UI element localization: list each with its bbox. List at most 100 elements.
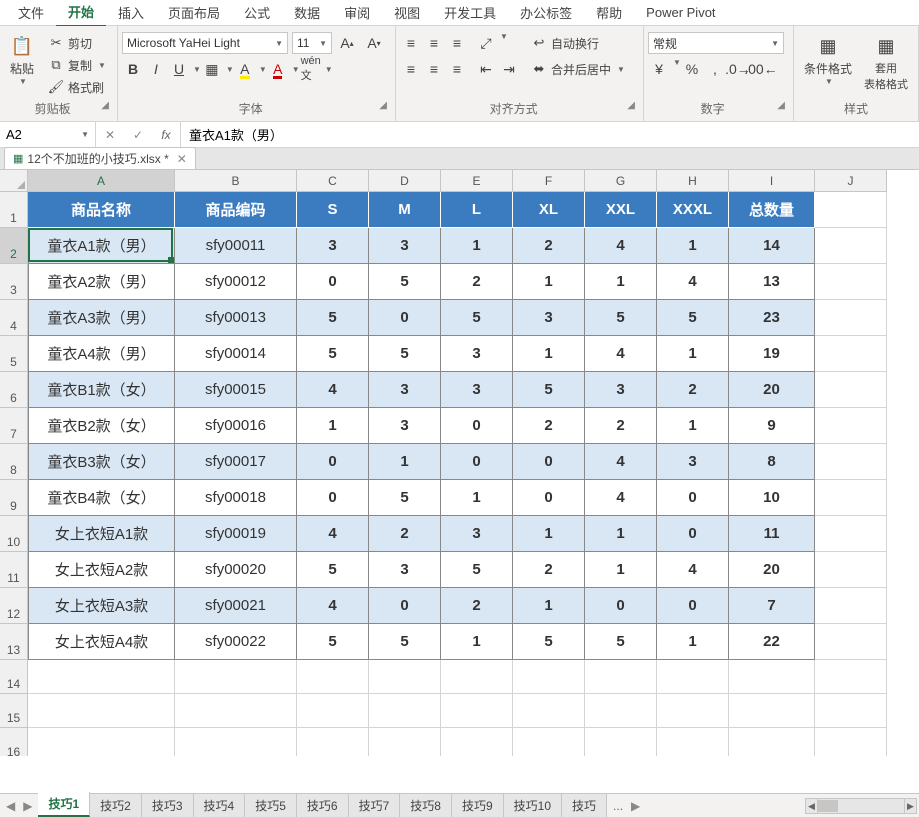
- menu-item-开始[interactable]: 开始: [56, 0, 106, 27]
- empty-cell[interactable]: [815, 660, 887, 694]
- empty-cell[interactable]: [815, 694, 887, 728]
- align-right-icon[interactable]: ≡: [446, 58, 468, 80]
- table-cell[interactable]: 1: [657, 624, 729, 660]
- empty-cell[interactable]: [297, 728, 369, 756]
- table-cell[interactable]: sfy00017: [175, 444, 297, 480]
- table-cell[interactable]: 3: [297, 228, 369, 264]
- confirm-formula-icon[interactable]: ✓: [124, 122, 152, 147]
- table-cell[interactable]: 2: [441, 264, 513, 300]
- empty-cell[interactable]: [815, 228, 887, 264]
- empty-cell[interactable]: [513, 728, 585, 756]
- fx-icon[interactable]: fx: [152, 122, 180, 147]
- table-cell[interactable]: 1: [585, 264, 657, 300]
- table-cell[interactable]: 5: [369, 336, 441, 372]
- table-cell[interactable]: 14: [729, 228, 815, 264]
- align-top-icon[interactable]: ≡: [400, 32, 422, 54]
- empty-cell[interactable]: [729, 694, 815, 728]
- table-cell[interactable]: 3: [441, 372, 513, 408]
- font-name-combo[interactable]: Microsoft YaHei Light▼: [122, 32, 288, 54]
- row-header[interactable]: 1: [0, 192, 28, 228]
- align-bottom-icon[interactable]: ≡: [446, 32, 468, 54]
- table-cell[interactable]: 女上衣短A1款: [28, 516, 175, 552]
- table-cell[interactable]: 4: [585, 480, 657, 516]
- table-cell[interactable]: 0: [297, 264, 369, 300]
- table-cell[interactable]: 童衣B3款（女）: [28, 444, 175, 480]
- table-cell[interactable]: 1: [297, 408, 369, 444]
- table-cell[interactable]: 4: [657, 264, 729, 300]
- table-cell[interactable]: 1: [441, 480, 513, 516]
- row-header[interactable]: 2: [0, 228, 28, 264]
- column-header[interactable]: C: [297, 170, 369, 192]
- row-header[interactable]: 4: [0, 300, 28, 336]
- table-cell[interactable]: 1: [513, 264, 585, 300]
- table-cell[interactable]: 女上衣短A4款: [28, 624, 175, 660]
- font-size-combo[interactable]: 11▼: [292, 32, 332, 54]
- empty-cell[interactable]: [815, 588, 887, 624]
- row-header[interactable]: 11: [0, 552, 28, 588]
- table-cell[interactable]: 0: [441, 408, 513, 444]
- empty-cell[interactable]: [585, 728, 657, 756]
- scroll-right-icon[interactable]: ▶: [904, 799, 916, 813]
- table-cell[interactable]: 4: [585, 444, 657, 480]
- table-cell[interactable]: 2: [513, 408, 585, 444]
- empty-cell[interactable]: [815, 336, 887, 372]
- empty-cell[interactable]: [369, 694, 441, 728]
- empty-cell[interactable]: [815, 516, 887, 552]
- format-as-table-button[interactable]: ▦ 套用 表格格式: [858, 32, 914, 94]
- table-header-cell[interactable]: 商品编码: [175, 192, 297, 228]
- table-cell[interactable]: 童衣A3款（男）: [28, 300, 175, 336]
- table-cell[interactable]: 1: [585, 552, 657, 588]
- table-cell[interactable]: 3: [369, 228, 441, 264]
- table-cell[interactable]: 22: [729, 624, 815, 660]
- empty-cell[interactable]: [815, 192, 887, 228]
- table-cell[interactable]: 0: [369, 588, 441, 624]
- row-header[interactable]: 13: [0, 624, 28, 660]
- horizontal-scrollbar[interactable]: ◀ ▶: [805, 798, 917, 814]
- empty-cell[interactable]: [441, 728, 513, 756]
- table-cell[interactable]: 3: [369, 408, 441, 444]
- table-cell[interactable]: 0: [513, 480, 585, 516]
- table-cell[interactable]: 5: [441, 300, 513, 336]
- column-header[interactable]: I: [729, 170, 815, 192]
- row-header[interactable]: 15: [0, 694, 28, 728]
- table-cell[interactable]: 5: [585, 624, 657, 660]
- table-header-cell[interactable]: S: [297, 192, 369, 228]
- column-header[interactable]: F: [513, 170, 585, 192]
- paste-button[interactable]: 📋 粘贴 ▼: [4, 32, 40, 88]
- menu-item-开发工具[interactable]: 开发工具: [432, 0, 508, 26]
- dialog-launcher-icon[interactable]: ◢: [379, 100, 387, 111]
- sheet-tab[interactable]: 技巧9: [452, 794, 504, 817]
- empty-cell[interactable]: [175, 660, 297, 694]
- table-cell[interactable]: 1: [657, 408, 729, 444]
- empty-cell[interactable]: [513, 660, 585, 694]
- table-cell[interactable]: 1: [657, 228, 729, 264]
- row-header[interactable]: 5: [0, 336, 28, 372]
- table-cell[interactable]: 2: [513, 228, 585, 264]
- table-cell[interactable]: 2: [369, 516, 441, 552]
- row-header[interactable]: 16: [0, 728, 28, 756]
- table-cell[interactable]: 0: [657, 588, 729, 624]
- table-cell[interactable]: 2: [657, 372, 729, 408]
- empty-cell[interactable]: [815, 552, 887, 588]
- table-cell[interactable]: 4: [585, 336, 657, 372]
- bold-button[interactable]: B: [122, 58, 144, 80]
- empty-cell[interactable]: [815, 372, 887, 408]
- table-cell[interactable]: 0: [369, 300, 441, 336]
- table-cell[interactable]: 0: [657, 480, 729, 516]
- table-header-cell[interactable]: XXL: [585, 192, 657, 228]
- cancel-formula-icon[interactable]: ✕: [96, 122, 124, 147]
- empty-cell[interactable]: [815, 408, 887, 444]
- sheet-nav-next-icon[interactable]: ▶: [23, 799, 32, 813]
- table-cell[interactable]: 13: [729, 264, 815, 300]
- sheet-tab[interactable]: 技巧: [562, 794, 607, 817]
- column-header[interactable]: H: [657, 170, 729, 192]
- table-cell[interactable]: 3: [369, 372, 441, 408]
- table-cell[interactable]: 1: [513, 336, 585, 372]
- table-cell[interactable]: 童衣A4款（男）: [28, 336, 175, 372]
- empty-cell[interactable]: [369, 660, 441, 694]
- sheet-tab[interactable]: 技巧6: [297, 794, 349, 817]
- empty-cell[interactable]: [28, 728, 175, 756]
- italic-button[interactable]: I: [145, 58, 167, 80]
- underline-button[interactable]: U: [168, 58, 190, 80]
- format-painter-button[interactable]: 🖌格式刷: [44, 76, 110, 98]
